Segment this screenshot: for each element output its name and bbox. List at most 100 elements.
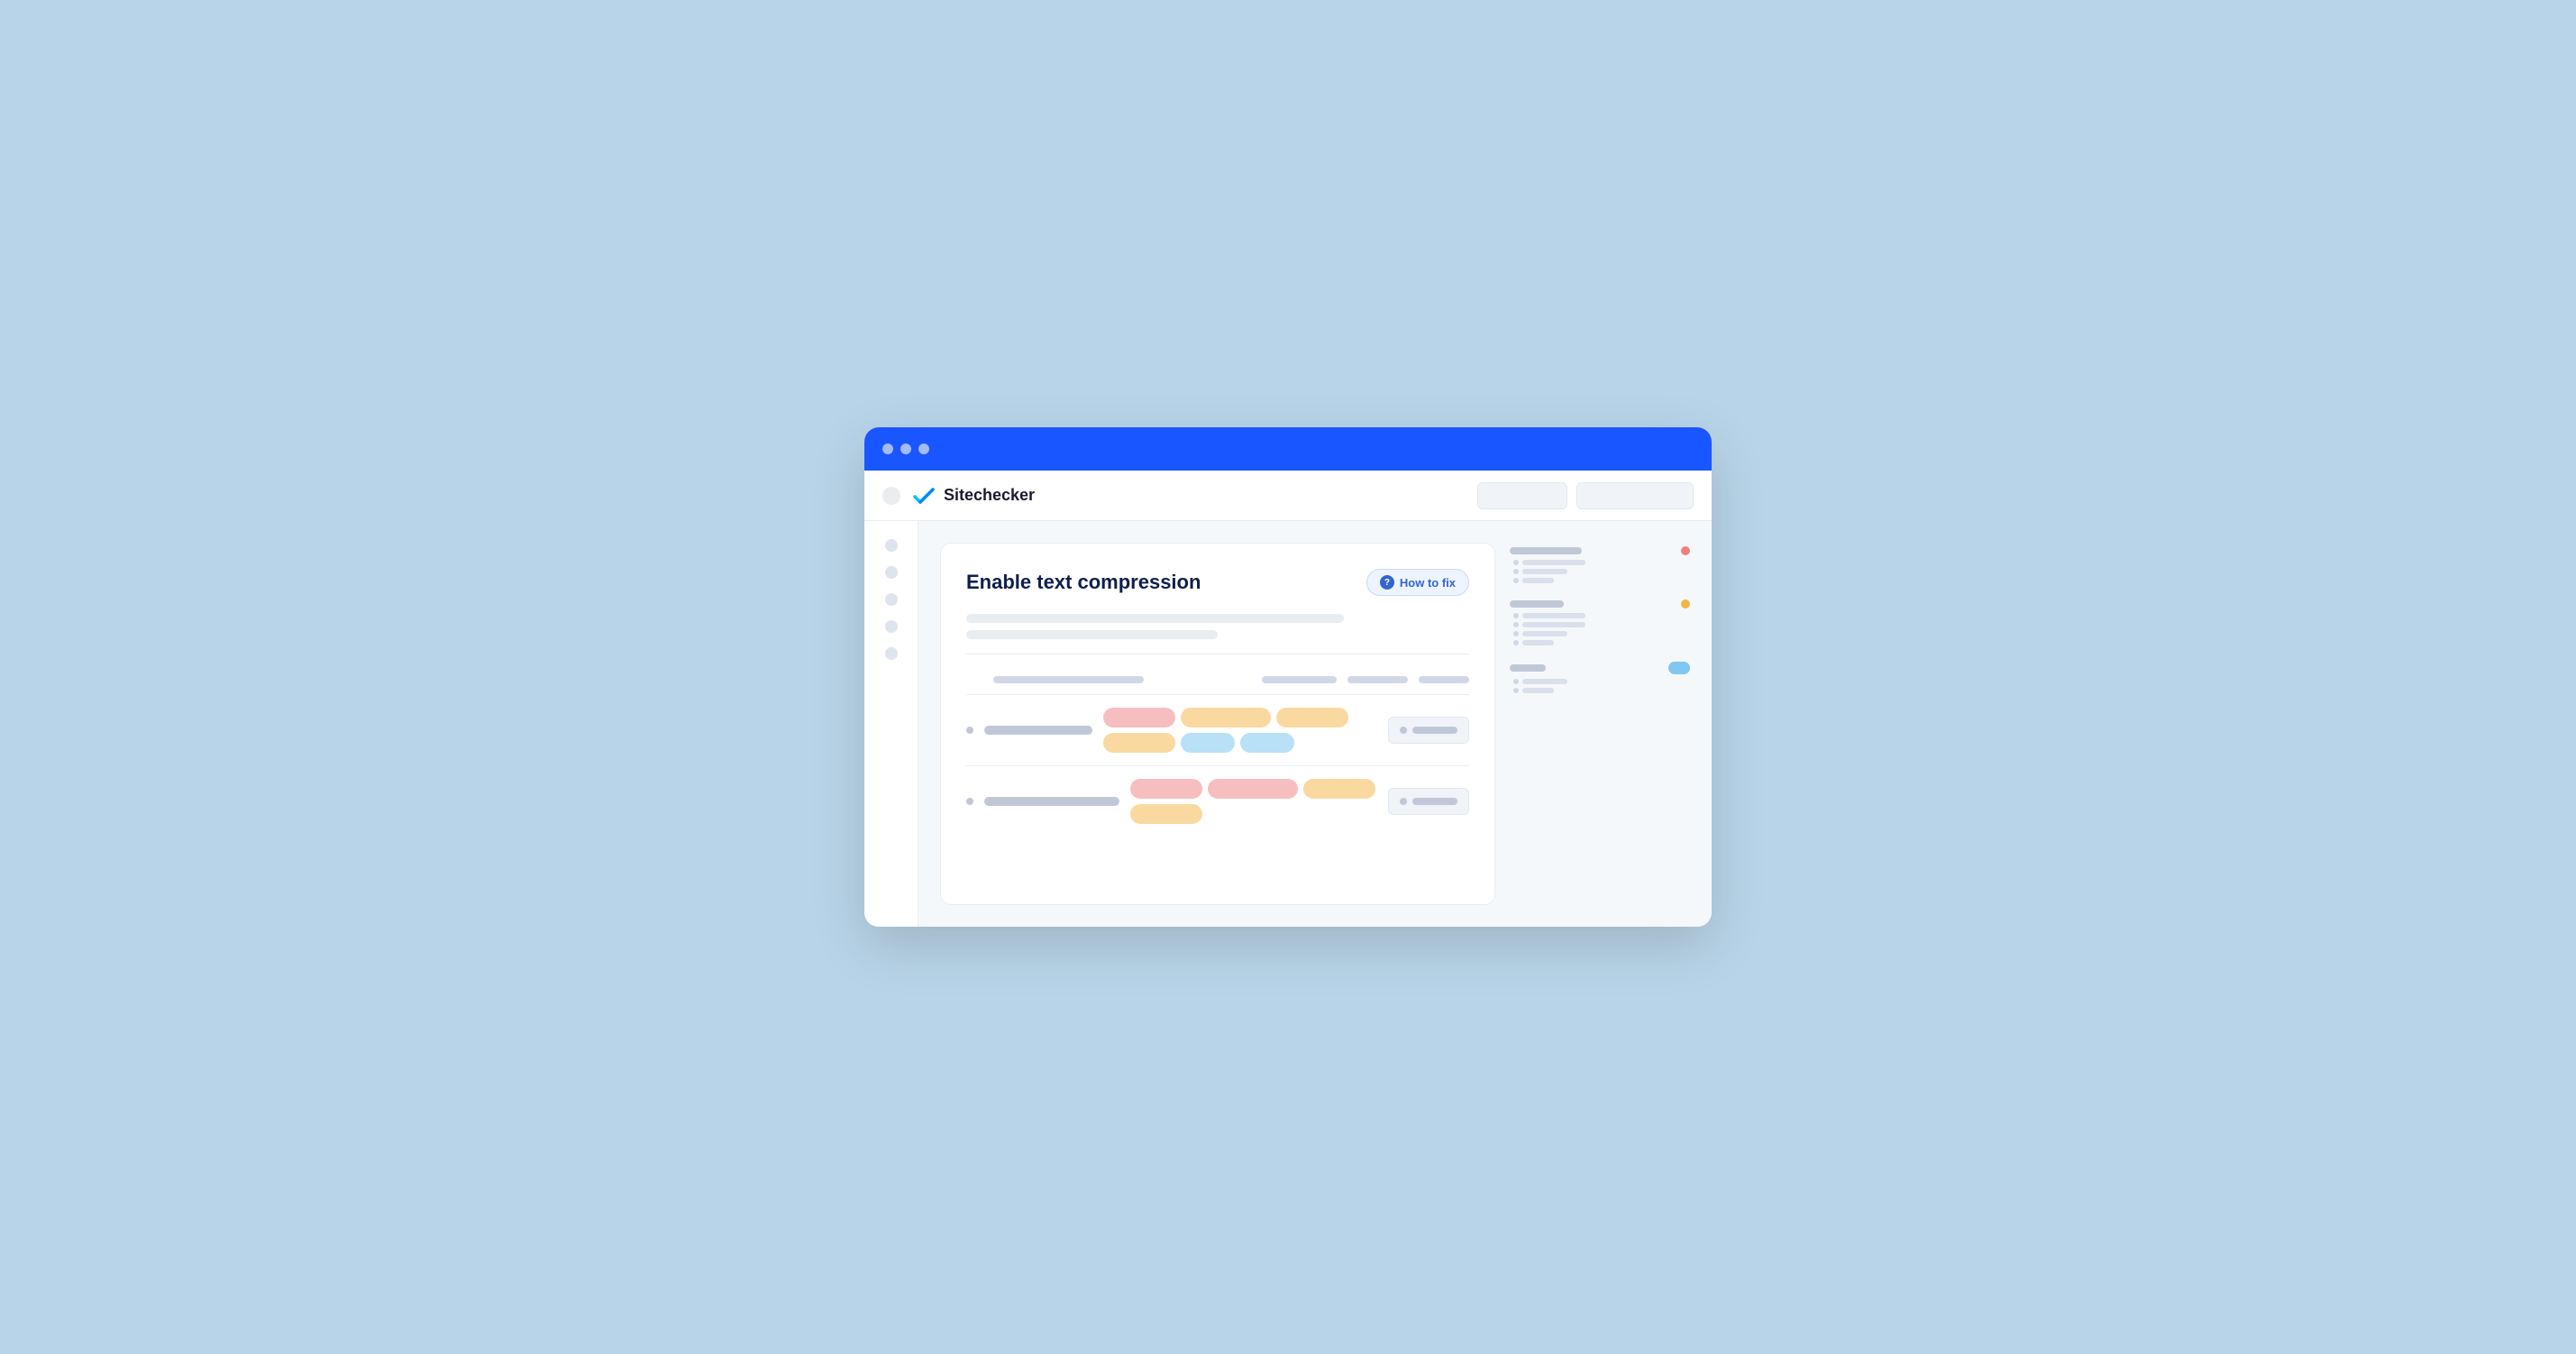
rs-sub-dot-4 bbox=[1513, 613, 1519, 618]
rs-mini-bar-9 bbox=[1522, 688, 1554, 693]
browser-titlebar bbox=[864, 427, 1712, 471]
rs-sub-row-4 bbox=[1513, 613, 1690, 618]
table-row bbox=[966, 694, 1469, 765]
tag-orange-2 bbox=[1276, 708, 1348, 727]
th-type1 bbox=[1262, 676, 1338, 683]
tag-pink-2 bbox=[1130, 779, 1202, 799]
tag-blue-1 bbox=[1181, 733, 1235, 753]
rs-sub-row-5 bbox=[1513, 622, 1690, 627]
right-sidebar bbox=[1510, 543, 1690, 905]
rs-sub-row-8 bbox=[1513, 679, 1690, 684]
tag-orange-4 bbox=[1303, 779, 1375, 799]
tag-blue-2 bbox=[1240, 733, 1294, 753]
toolbar-button-1[interactable] bbox=[1477, 482, 1567, 509]
row-bullet-2 bbox=[966, 798, 973, 805]
btn-bar-1 bbox=[1412, 727, 1457, 734]
rs-sub-row-7 bbox=[1513, 640, 1690, 645]
sidebar-nav-item-5[interactable] bbox=[885, 647, 898, 660]
row-tags-2 bbox=[1130, 779, 1377, 824]
table-header bbox=[966, 669, 1469, 691]
rs-section-3 bbox=[1510, 662, 1690, 697]
rs-bar-2 bbox=[1510, 600, 1564, 608]
how-to-fix-button[interactable]: ? How to fix bbox=[1366, 569, 1469, 596]
rs-sub-row-9 bbox=[1513, 688, 1690, 693]
btn-dot-2 bbox=[1400, 798, 1407, 805]
panel-title: Enable text compression bbox=[966, 571, 1201, 594]
th-url bbox=[993, 676, 1144, 683]
rs-sub-row-1 bbox=[1513, 560, 1690, 565]
th-action bbox=[1419, 676, 1469, 683]
rs-sub-dot-3 bbox=[1513, 578, 1519, 583]
rs-sub-dot-6 bbox=[1513, 631, 1519, 636]
rs-mini-bar-4 bbox=[1522, 613, 1585, 618]
traffic-light-close[interactable] bbox=[882, 444, 893, 454]
help-icon: ? bbox=[1380, 575, 1394, 590]
tag-pink-1 bbox=[1103, 708, 1175, 727]
sidebar-nav-item-4[interactable] bbox=[885, 620, 898, 633]
rs-dot-red bbox=[1681, 546, 1690, 555]
rs-bar-3 bbox=[1510, 664, 1546, 672]
rs-sub-rows-2 bbox=[1510, 613, 1690, 645]
rs-oval-blue bbox=[1668, 662, 1690, 674]
rs-sub-dot-9 bbox=[1513, 688, 1519, 693]
description-line-1 bbox=[966, 614, 1344, 623]
rs-sub-dot-7 bbox=[1513, 640, 1519, 645]
browser-window: Sitechecker Enable text compression bbox=[864, 427, 1712, 927]
btn-bar-2 bbox=[1412, 798, 1457, 805]
th-type2 bbox=[1347, 676, 1408, 683]
rs-sub-row-6 bbox=[1513, 631, 1690, 636]
tag-orange-3 bbox=[1103, 733, 1175, 753]
btn-dot-1 bbox=[1400, 727, 1407, 734]
sidebar-nav-item-2[interactable] bbox=[885, 566, 898, 579]
description-line-2 bbox=[966, 630, 1218, 639]
row-action-btn-2[interactable] bbox=[1388, 788, 1469, 815]
rs-sub-dot-8 bbox=[1513, 679, 1519, 684]
row-label-1 bbox=[984, 726, 1092, 735]
rs-row-main-1 bbox=[1510, 546, 1690, 555]
rs-sub-dot-5 bbox=[1513, 622, 1519, 627]
rs-mini-bar-8 bbox=[1522, 679, 1567, 684]
rs-sub-rows-1 bbox=[1510, 560, 1690, 583]
rs-mini-bar-1 bbox=[1522, 560, 1585, 565]
panel-header: Enable text compression ? How to fix bbox=[966, 569, 1469, 596]
rs-sub-row-2 bbox=[1513, 569, 1690, 574]
browser-content: Enable text compression ? How to fix bbox=[864, 521, 1712, 927]
rs-mini-bar-2 bbox=[1522, 569, 1567, 574]
row-label-2 bbox=[984, 797, 1119, 806]
sidebar-nav-item-1[interactable] bbox=[885, 539, 898, 552]
rs-sub-dot-2 bbox=[1513, 569, 1519, 574]
rs-section-1 bbox=[1510, 546, 1690, 587]
rs-bar-1 bbox=[1510, 547, 1582, 554]
rs-row-main-3 bbox=[1510, 662, 1690, 674]
rs-row-main-2 bbox=[1510, 599, 1690, 608]
rs-mini-bar-7 bbox=[1522, 640, 1554, 645]
rs-sub-dot-1 bbox=[1513, 560, 1519, 565]
row-tags-1 bbox=[1103, 708, 1377, 753]
rs-dot-orange bbox=[1681, 599, 1690, 608]
tag-orange-1 bbox=[1181, 708, 1271, 727]
row-action-btn-1[interactable] bbox=[1388, 717, 1469, 744]
toolbar-buttons bbox=[1477, 482, 1694, 509]
content-panel: Enable text compression ? How to fix bbox=[940, 543, 1495, 905]
table-row bbox=[966, 765, 1469, 837]
browser-toolbar: Sitechecker bbox=[864, 471, 1712, 521]
row-bullet-1 bbox=[966, 727, 973, 734]
rs-sub-row-3 bbox=[1513, 578, 1690, 583]
rs-mini-bar-3 bbox=[1522, 578, 1554, 583]
traffic-light-maximize[interactable] bbox=[918, 444, 929, 454]
toolbar-button-2[interactable] bbox=[1576, 482, 1694, 509]
traffic-light-minimize[interactable] bbox=[900, 444, 911, 454]
logo-text: Sitechecker bbox=[944, 486, 1035, 505]
rs-sub-rows-3 bbox=[1510, 679, 1690, 693]
main-content: Enable text compression ? How to fix bbox=[918, 521, 1712, 927]
rs-section-2 bbox=[1510, 599, 1690, 649]
logo-area: Sitechecker bbox=[911, 486, 1466, 506]
sidebar-nav-item-3[interactable] bbox=[885, 593, 898, 606]
left-sidebar bbox=[864, 521, 918, 927]
nav-back-button[interactable] bbox=[882, 487, 900, 505]
logo-icon bbox=[911, 486, 936, 506]
rs-mini-bar-6 bbox=[1522, 631, 1567, 636]
how-to-fix-label: How to fix bbox=[1400, 576, 1456, 590]
tag-pink-3 bbox=[1208, 779, 1298, 799]
tag-orange-5 bbox=[1130, 804, 1202, 824]
